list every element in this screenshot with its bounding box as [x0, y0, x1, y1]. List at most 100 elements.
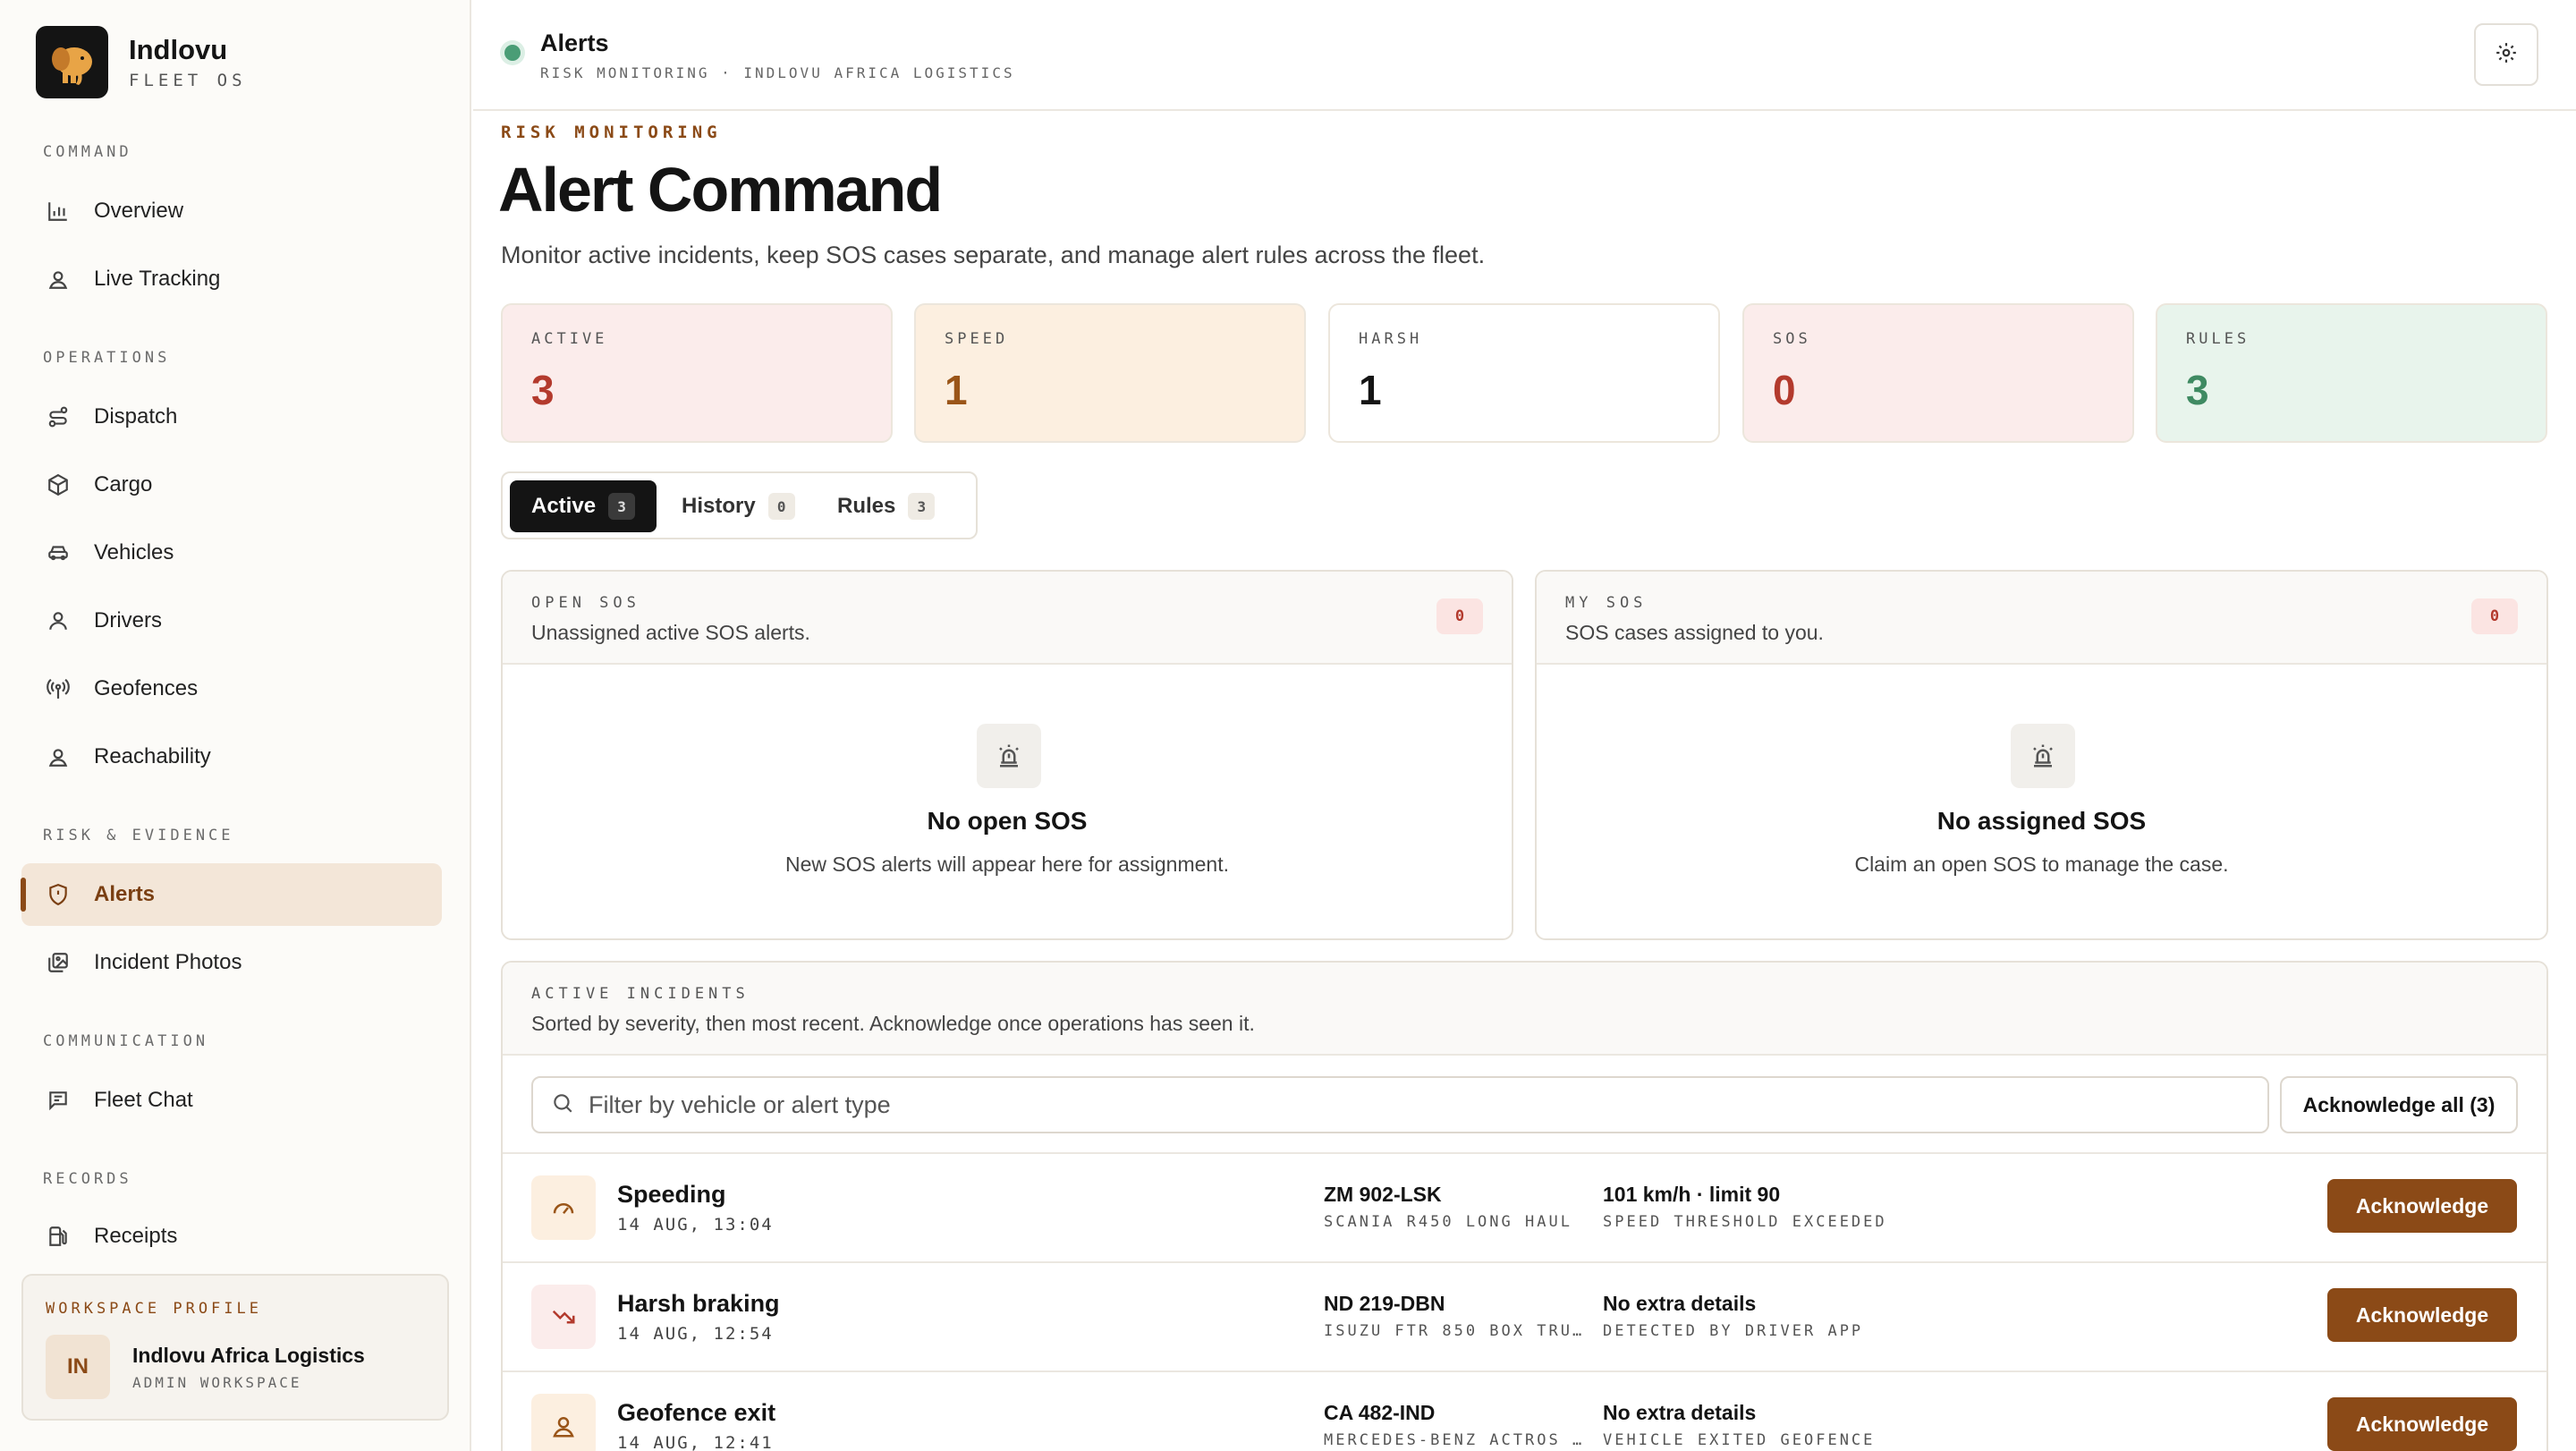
stat-label: HARSH: [1359, 330, 1423, 348]
sidebar-item-label: Geofences: [94, 676, 199, 700]
stat-label: RULES: [2186, 330, 2250, 348]
chart-icon: [46, 199, 71, 224]
table-row[interactable]: Speeding 14 AUG, 13:04 ZM 902-LSK SCANIA…: [503, 1154, 2546, 1263]
user-icon: [46, 608, 71, 633]
gauge-icon: [531, 1175, 596, 1240]
sidebar-item-cargo[interactable]: Cargo: [21, 454, 442, 516]
page-title: Alert Command: [498, 155, 943, 225]
siren-icon: [977, 724, 1041, 788]
images-icon: [46, 950, 71, 975]
stat-label: SOS: [1773, 330, 1811, 348]
acknowledge-button[interactable]: Acknowledge: [2327, 1397, 2517, 1451]
tab-count-badge: 3: [608, 493, 636, 520]
stat-card-rules: RULES 3: [2156, 303, 2547, 443]
incident-time: 14 AUG, 12:41: [617, 1433, 774, 1451]
vehicle-model: ISUZU FTR 850 BOX TRU…: [1324, 1322, 1583, 1340]
sidebar-item-dispatch[interactable]: Dispatch: [21, 386, 442, 448]
workspace-role: ADMIN WORKSPACE: [132, 1374, 302, 1391]
person-pin-icon: [46, 744, 71, 769]
vehicle-plate: ZM 902-LSK: [1324, 1183, 1442, 1206]
page-description: Monitor active incidents, keep SOS cases…: [501, 242, 1486, 268]
sidebar-item-geofences[interactable]: Geofences: [21, 658, 442, 720]
tab-active[interactable]: Active 3: [510, 480, 657, 532]
chat-icon: [46, 1088, 71, 1113]
sidebar-item-label: Overview: [94, 199, 184, 223]
sidebar-item-label: Alerts: [94, 882, 156, 906]
sidebar-item-live-tracking[interactable]: Live Tracking: [21, 248, 442, 310]
incident-detail: 101 km/h · limit 90: [1603, 1183, 1781, 1206]
incident-time: 14 AUG, 13:04: [617, 1215, 774, 1235]
sidebar-item-label: Live Tracking: [94, 267, 221, 291]
stat-value: 3: [531, 367, 555, 413]
stat-card-sos: SOS 0: [1742, 303, 2134, 443]
stat-card-speed: SPEED 1: [914, 303, 1306, 443]
person-pin-icon: [46, 267, 71, 292]
panel-header: OPEN SOS Unassigned active SOS alerts. 0: [503, 572, 1512, 665]
incident-detail: No extra details: [1603, 1292, 1757, 1315]
search-input[interactable]: [589, 1090, 2199, 1119]
tab-label: History: [682, 494, 756, 518]
sidebar-item-drivers[interactable]: Drivers: [21, 590, 442, 652]
sidebar-item-reachability[interactable]: Reachability: [21, 726, 442, 788]
count-badge: 0: [1436, 598, 1483, 634]
sidebar-item-receipts[interactable]: Receipts: [21, 1207, 442, 1266]
sidebar-item-label: Fleet Chat: [94, 1088, 193, 1112]
table-row[interactable]: Geofence exit 14 AUG, 12:41 CA 482-IND M…: [503, 1372, 2546, 1451]
siren-icon: [2011, 724, 2075, 788]
sidebar-item-fleet-chat[interactable]: Fleet Chat: [21, 1069, 442, 1132]
acknowledge-button[interactable]: Acknowledge: [2327, 1179, 2517, 1233]
gear-icon: [2495, 41, 2518, 69]
stat-card-active: ACTIVE 3: [501, 303, 893, 443]
open-sos-panel: OPEN SOS Unassigned active SOS alerts. 0…: [501, 570, 1513, 940]
sidebar-item-label: Vehicles: [94, 540, 174, 564]
workspace-profile-card[interactable]: WORKSPACE PROFILE IN Indlovu Africa Logi…: [21, 1274, 449, 1421]
acknowledge-all-button[interactable]: Acknowledge all (3): [2280, 1076, 2518, 1133]
alert-tabs: Active 3 History 0 Rules 3: [501, 471, 978, 539]
panel-description: SOS cases assigned to you.: [1565, 621, 1824, 644]
tab-rules[interactable]: Rules 3: [816, 480, 956, 532]
acknowledge-button[interactable]: Acknowledge: [2327, 1288, 2517, 1342]
sidebar-item-label: Incident Photos: [94, 950, 242, 974]
sidebar-item-incident-photos[interactable]: Incident Photos: [21, 931, 442, 994]
vehicle-plate: ND 219-DBN: [1324, 1292, 1445, 1315]
sidebar-item-label: Dispatch: [94, 404, 178, 429]
incident-type: Harsh braking: [617, 1290, 780, 1317]
workspace-name: Indlovu Africa Logistics: [132, 1344, 365, 1367]
shield-icon: [46, 882, 71, 907]
stat-value: 0: [1773, 367, 1796, 413]
sidebar-item-overview[interactable]: Overview: [21, 180, 442, 242]
search-field[interactable]: [531, 1076, 2269, 1133]
panel-header: ACTIVE INCIDENTS Sorted by severity, the…: [503, 963, 2546, 1056]
sidebar-item-label: Receipts: [94, 1224, 178, 1248]
incident-reason: DETECTED BY DRIVER APP: [1603, 1322, 1864, 1340]
radio-icon: [46, 676, 71, 701]
fuel-icon: [46, 1224, 71, 1249]
active-incidents-panel: ACTIVE INCIDENTS Sorted by severity, the…: [501, 961, 2548, 1451]
sidebar-item-label: Reachability: [94, 744, 211, 768]
box-icon: [46, 472, 71, 497]
nav-section-operations: OPERATIONS: [43, 349, 171, 367]
header-subtitle: RISK MONITORING · INDLOVU AFRICA LOGISTI…: [540, 64, 1015, 81]
brand[interactable]: Indlovu FLEET OS: [36, 26, 247, 98]
nav-section-communication: COMMUNICATION: [43, 1032, 209, 1050]
tab-count-badge: 3: [908, 493, 936, 520]
route-icon: [46, 404, 71, 429]
nav-section-command: COMMAND: [43, 143, 132, 161]
settings-button[interactable]: [2474, 23, 2538, 86]
panel-label: MY SOS: [1565, 594, 1648, 612]
avatar: IN: [46, 1335, 110, 1399]
sidebar-item-alerts[interactable]: Alerts: [21, 863, 442, 926]
tab-label: Active: [531, 494, 597, 518]
stat-value: 3: [2186, 367, 2209, 413]
panel-header: MY SOS SOS cases assigned to you. 0: [1537, 572, 2546, 665]
car-icon: [46, 540, 71, 565]
incident-time: 14 AUG, 12:54: [617, 1324, 774, 1344]
table-row[interactable]: Harsh braking 14 AUG, 12:54 ND 219-DBN I…: [503, 1263, 2546, 1372]
tab-history[interactable]: History 0: [660, 480, 817, 532]
elephant-logo-icon: [36, 26, 108, 98]
vehicle-model: SCANIA R450 LONG HAUL: [1324, 1213, 1572, 1231]
panel-description: Sorted by severity, then most recent. Ac…: [531, 1012, 1255, 1035]
sidebar-item-vehicles[interactable]: Vehicles: [21, 522, 442, 584]
my-sos-panel: MY SOS SOS cases assigned to you. 0 No a…: [1535, 570, 2548, 940]
vehicle-model: MERCEDES-BENZ ACTROS …: [1324, 1431, 1583, 1449]
